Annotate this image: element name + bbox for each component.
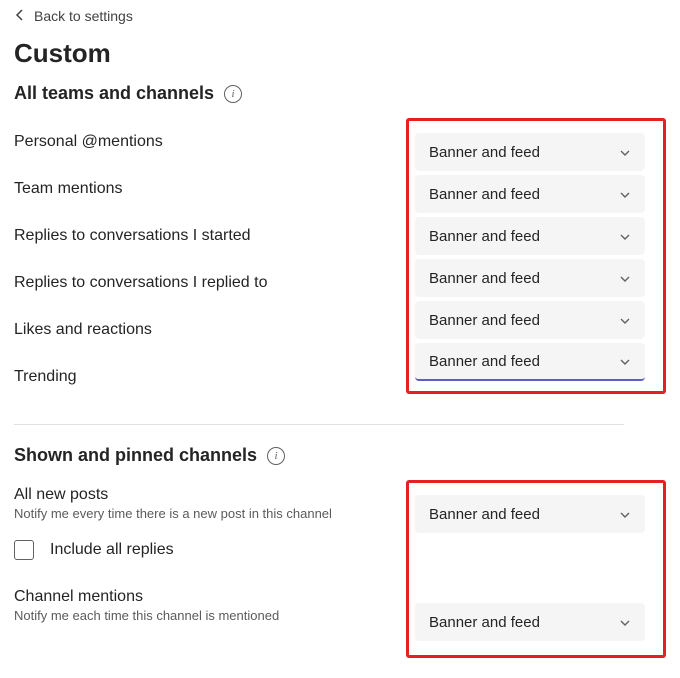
setting-label-personal-mentions: Personal @mentions [14, 133, 163, 151]
include-replies-label: Include all replies [50, 541, 174, 559]
chevron-down-icon [619, 508, 631, 520]
dropdown-channel-mentions[interactable]: Banner and feed [415, 603, 645, 641]
chevron-left-icon [14, 8, 26, 24]
chevron-down-icon [619, 272, 631, 284]
section-all-title: All teams and channels [14, 83, 214, 104]
info-icon[interactable]: i [224, 85, 242, 103]
dropdown-value: Banner and feed [429, 353, 540, 370]
dropdown-likes-reactions[interactable]: Banner and feed [415, 301, 645, 339]
dropdown-value: Banner and feed [429, 144, 540, 161]
section-pinned-title: Shown and pinned channels [14, 445, 257, 466]
dropdown-replies-replied[interactable]: Banner and feed [415, 259, 645, 297]
dropdown-replies-started[interactable]: Banner and feed [415, 217, 645, 255]
chevron-down-icon [619, 146, 631, 158]
dropdown-value: Banner and feed [429, 614, 540, 631]
setting-label-all-new-posts: All new posts [14, 486, 394, 504]
dropdown-value: Banner and feed [429, 506, 540, 523]
dropdown-value: Banner and feed [429, 312, 540, 329]
chevron-down-icon [619, 355, 631, 367]
dropdown-personal-mentions[interactable]: Banner and feed [415, 133, 645, 171]
chevron-down-icon [619, 188, 631, 200]
chevron-down-icon [619, 230, 631, 242]
setting-label-trending: Trending [14, 368, 77, 386]
dropdown-team-mentions[interactable]: Banner and feed [415, 175, 645, 213]
setting-label-channel-mentions: Channel mentions [14, 588, 394, 606]
dropdown-value: Banner and feed [429, 228, 540, 245]
dropdown-all-new-posts[interactable]: Banner and feed [415, 495, 645, 533]
setting-label-replies-started: Replies to conversations I started [14, 227, 251, 245]
setting-sublabel-all-new-posts: Notify me every time there is a new post… [14, 506, 394, 521]
highlight-box-all-channels: Banner and feed Banner and feed Banner a… [406, 118, 666, 394]
info-icon[interactable]: i [267, 447, 285, 465]
section-divider [14, 424, 624, 425]
setting-label-replies-replied: Replies to conversations I replied to [14, 274, 267, 292]
setting-label-likes-reactions: Likes and reactions [14, 321, 152, 339]
highlight-box-pinned-channels: Banner and feed Banner and feed [406, 480, 666, 658]
chevron-down-icon [619, 314, 631, 326]
setting-sublabel-channel-mentions: Notify me each time this channel is ment… [14, 608, 394, 623]
include-replies-checkbox[interactable] [14, 540, 34, 560]
setting-label-team-mentions: Team mentions [14, 180, 123, 198]
page-title: Custom [14, 38, 666, 69]
back-to-settings-link[interactable]: Back to settings [14, 6, 666, 28]
dropdown-value: Banner and feed [429, 186, 540, 203]
chevron-down-icon [619, 616, 631, 628]
dropdown-trending[interactable]: Banner and feed [415, 343, 645, 381]
dropdown-value: Banner and feed [429, 270, 540, 287]
back-link-label: Back to settings [34, 8, 133, 24]
